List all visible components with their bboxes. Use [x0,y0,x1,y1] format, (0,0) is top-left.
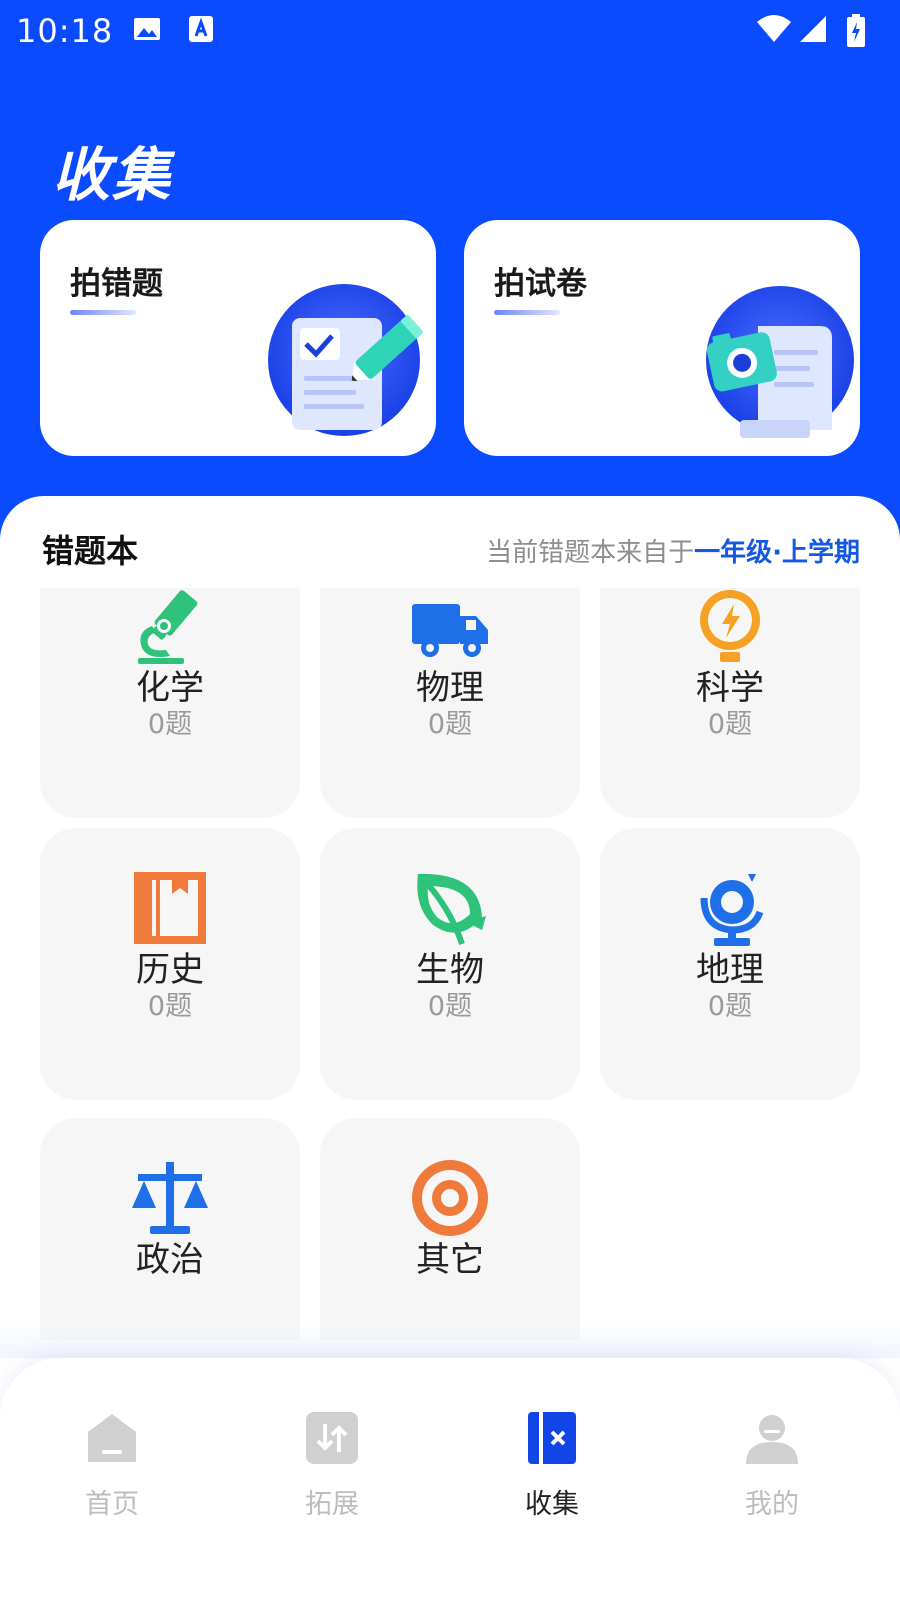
signal-icon [798,14,828,48]
status-bar: 10:18 [0,0,900,64]
subject-tile-politics[interactable]: 政治 [40,1118,300,1340]
profile-icon [744,1410,800,1466]
photo-mistake-label: 拍错题 [70,266,163,302]
bottom-tab-bar: 首页 拓展 收集 我的 [0,1358,900,1600]
swap-icon [304,1410,360,1466]
subject-grid: 化学 0题 物理 0题 科学 0题 历史 0题 生物 0题 地理 0题 政治 其… [0,588,900,1340]
subject-tile-chemistry[interactable]: 化学 0题 [40,588,300,818]
subject-tile-science[interactable]: 科学 0题 [600,588,860,818]
subject-name: 其它 [416,1240,484,1280]
lightbulb-icon [690,588,770,666]
photo-exam-card[interactable]: 拍试卷 [464,220,860,456]
subject-count: 0题 [707,991,753,1022]
tab-label: 首页 [85,1489,139,1520]
app-notification-icon [188,14,214,48]
scales-icon [130,1158,210,1238]
subject-count: 0题 [147,991,193,1022]
subject-count: 0题 [147,709,193,740]
collect-icon [524,1410,580,1466]
subject-tile-geography[interactable]: 地理 0题 [600,828,860,1100]
subject-name: 政治 [136,1240,204,1280]
camera-paper-icon [680,280,860,456]
tab-home[interactable]: 首页 [32,1410,192,1530]
target-icon [410,1158,490,1238]
subject-count: 0题 [427,991,473,1022]
page-title: 收集 [52,141,173,209]
bottom-fade [0,1318,900,1358]
subject-count: 0题 [707,709,753,740]
card-accent-line [494,310,560,315]
photo-exam-label: 拍试卷 [494,266,587,302]
subject-tile-history[interactable]: 历史 0题 [40,828,300,1100]
tab-label: 拓展 [305,1489,359,1520]
notebook-source-note[interactable]: 当前错题本来自于一年级·上学期 [486,532,860,569]
notebook-title: 错题本 [42,532,139,570]
tab-label: 收集 [525,1489,579,1520]
card-accent-line [70,310,136,315]
status-time: 10:18 [16,12,114,50]
leaf-icon [410,868,490,948]
tab-label: 我的 [745,1489,799,1520]
tab-expand[interactable]: 拓展 [252,1410,412,1530]
wifi-icon [756,14,792,48]
notebook-grade-term[interactable]: 一年级·上学期 [694,538,860,568]
battery-icon [846,14,866,52]
notebook-source-prefix: 当前错题本来自于 [486,538,695,568]
clipboard-pencil-icon [256,280,436,456]
photo-mistake-card[interactable]: 拍错题 [40,220,436,456]
book-icon [130,868,210,948]
truck-icon [410,588,490,666]
subject-tile-biology[interactable]: 生物 0题 [320,828,580,1100]
globe-icon [690,868,770,948]
subject-tile-other[interactable]: 其它 [320,1118,580,1340]
subject-count: 0题 [427,709,473,740]
home-icon [84,1410,140,1466]
microscope-icon [130,588,210,666]
tab-collect[interactable]: 收集 [472,1410,632,1530]
subject-tile-physics[interactable]: 物理 0题 [320,588,580,818]
tab-mine[interactable]: 我的 [692,1410,852,1530]
image-notification-icon [132,14,162,48]
